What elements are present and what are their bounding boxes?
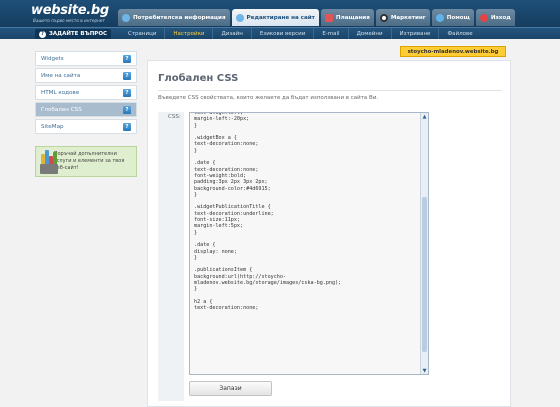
- help-icon[interactable]: ?: [123, 122, 131, 131]
- help-icon[interactable]: ?: [123, 88, 131, 97]
- sidebar-item-label: HTML кодове: [41, 89, 80, 96]
- top-header: website.bg Вашето първо място в интернет…: [0, 0, 560, 27]
- settings-sidebar: Widgets? Име на сайта? HTML кодове? Глоб…: [35, 51, 137, 177]
- page-description: Въведете CSS свойствата, които желаете д…: [158, 95, 379, 101]
- logo[interactable]: website.bg: [31, 3, 109, 18]
- ask-label: ЗАДАЙТЕ ВЪПРОС: [49, 31, 108, 37]
- power-icon: [479, 13, 488, 22]
- sidebar-item-global-css[interactable]: Глобален CSS?: [35, 102, 137, 117]
- css-code[interactable]: text-align:left; margin-left:-20px; } .w…: [194, 113, 414, 312]
- subnav-design[interactable]: Дизайн: [213, 28, 252, 39]
- subnav-delete[interactable]: Изтриване: [392, 28, 440, 39]
- target-icon: [379, 13, 388, 22]
- sidebar-item-label: Глобален CSS: [41, 106, 82, 113]
- tab-help[interactable]: Помощ: [431, 9, 474, 26]
- tab-label: Плащания: [335, 14, 370, 21]
- sidebar-item-html-codes[interactable]: HTML кодове?: [35, 85, 137, 100]
- scrollbar-thumb[interactable]: [422, 197, 427, 352]
- sidebar-item-sitemap[interactable]: SiteMap?: [35, 119, 137, 134]
- subnav-languages[interactable]: Езикови версии: [252, 28, 315, 39]
- ask-question-button[interactable]: ? ЗАДАЙТЕ ВЪПРОС: [35, 29, 112, 39]
- label-column: [158, 112, 184, 401]
- help-icon[interactable]: ?: [123, 71, 131, 80]
- textarea-scrollbar[interactable]: ▲ ▼: [420, 113, 428, 374]
- gear-icon: [235, 13, 244, 22]
- calendar-icon: [324, 13, 333, 22]
- promo-text: Поръчай допълнителни услуги и елементи з…: [53, 151, 125, 171]
- sidebar-item-widgets[interactable]: Widgets?: [35, 51, 137, 66]
- tab-edit-site[interactable]: Редактиране на сайт: [231, 9, 319, 26]
- tab-user-info[interactable]: Потребителска информация: [118, 9, 230, 26]
- tab-label: Редактиране на сайт: [246, 14, 315, 21]
- subnav-pages[interactable]: Страници: [120, 28, 166, 39]
- tab-label: Изход: [490, 14, 511, 21]
- page-title: Глобален CSS: [158, 73, 239, 84]
- subnav-email[interactable]: E-mail: [314, 28, 349, 39]
- help-icon[interactable]: ?: [123, 54, 131, 63]
- gear-icon: [122, 13, 130, 22]
- css-textarea[interactable]: text-align:left; margin-left:-20px; } .w…: [189, 112, 429, 375]
- scroll-up-icon[interactable]: ▲: [421, 113, 428, 120]
- sidebar-item-label: Widgets: [41, 55, 64, 62]
- help-icon[interactable]: ?: [123, 105, 131, 114]
- tab-payments[interactable]: Плащания: [320, 9, 374, 26]
- sub-navigation: ? ЗАДАЙТЕ ВЪПРОС Страници Настройки Дизай…: [0, 27, 560, 39]
- pencil-cup-icon: [40, 149, 58, 174]
- divider: [158, 90, 502, 91]
- tab-label: Потребителска информация: [133, 14, 226, 21]
- main-tabs: Потребителска информация Редактиране на …: [118, 9, 515, 26]
- scroll-down-icon[interactable]: ▼: [421, 367, 428, 374]
- sidebar-item-label: SiteMap: [41, 123, 64, 130]
- tab-label: Маркетинг: [390, 14, 426, 21]
- logo-tagline: Вашето първо място в интернет: [33, 18, 105, 23]
- main-panel: Глобален CSS Въведете CSS свойствата, ко…: [147, 60, 511, 407]
- subnav-settings[interactable]: Настройки: [165, 28, 214, 39]
- tab-marketing[interactable]: Маркетинг: [375, 9, 430, 26]
- css-label: CSS:: [168, 114, 181, 120]
- sidebar-item-label: Име на сайта: [41, 72, 81, 79]
- save-button[interactable]: Запази: [189, 381, 272, 396]
- tab-logout[interactable]: Изход: [475, 9, 515, 26]
- question-icon: ?: [39, 30, 46, 38]
- help-icon: [435, 13, 444, 22]
- tab-label: Помощ: [446, 14, 470, 21]
- sidebar-item-site-name[interactable]: Име на сайта?: [35, 68, 137, 83]
- site-domain-badge[interactable]: stoycho-mladenov.website.bg: [400, 46, 506, 57]
- promo-box[interactable]: Поръчай допълнителни услуги и елементи з…: [35, 146, 137, 177]
- subnav-files[interactable]: Файлове: [439, 28, 480, 39]
- subnav-domains[interactable]: Домейни: [349, 28, 392, 39]
